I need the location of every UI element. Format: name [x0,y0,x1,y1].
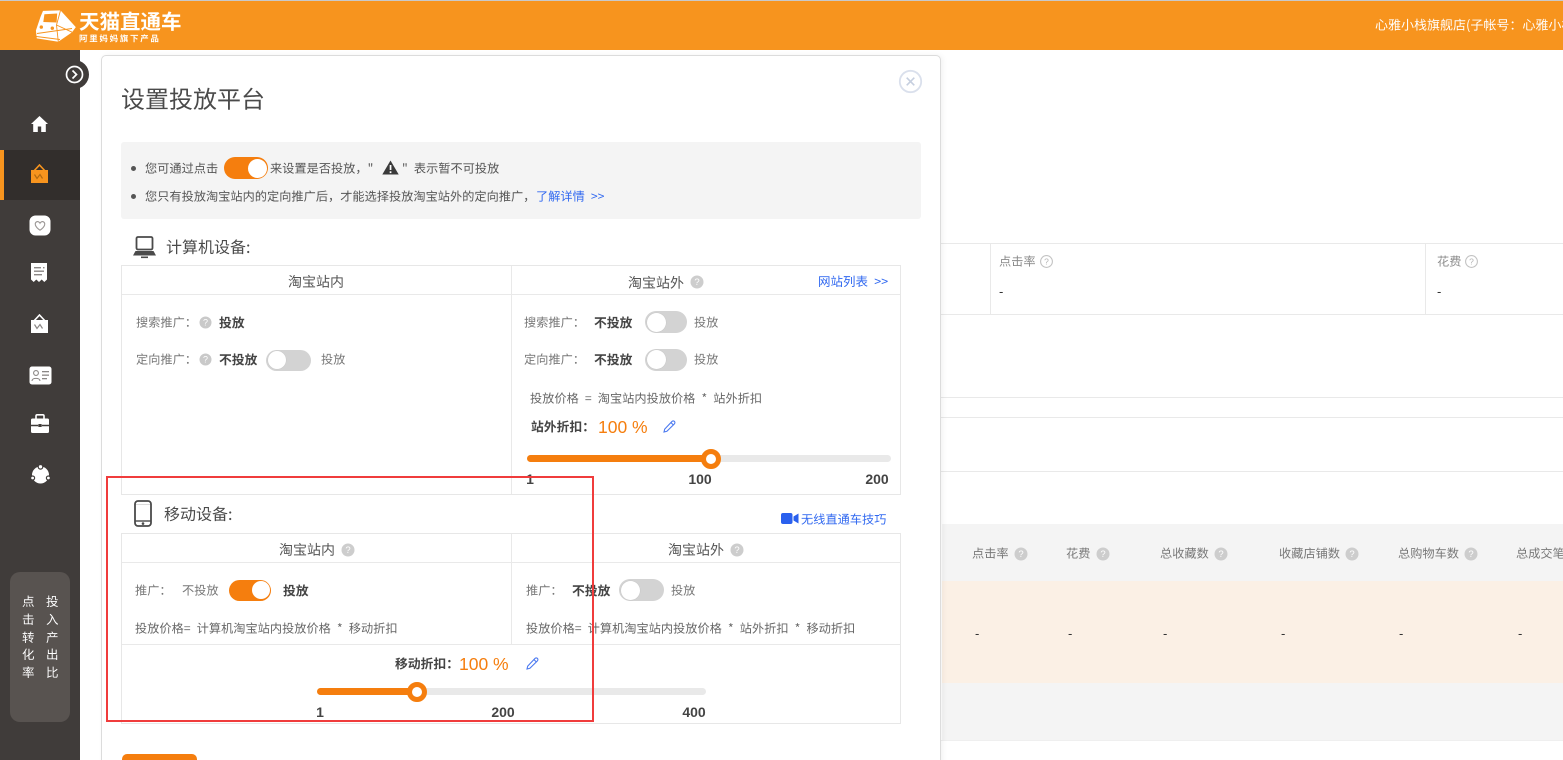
svg-text:?: ? [734,545,739,556]
svg-text:?: ? [1044,256,1049,266]
svg-text:?: ? [1018,549,1023,560]
svg-text:?: ? [1469,256,1474,266]
svg-text:?: ? [1100,549,1105,560]
svg-text:?: ? [694,277,699,288]
svg-text:?: ? [203,355,208,365]
svg-text:?: ? [1218,549,1223,560]
svg-text:?: ? [1468,549,1473,560]
svg-text:?: ? [1349,549,1354,560]
svg-text:?: ? [203,317,208,327]
